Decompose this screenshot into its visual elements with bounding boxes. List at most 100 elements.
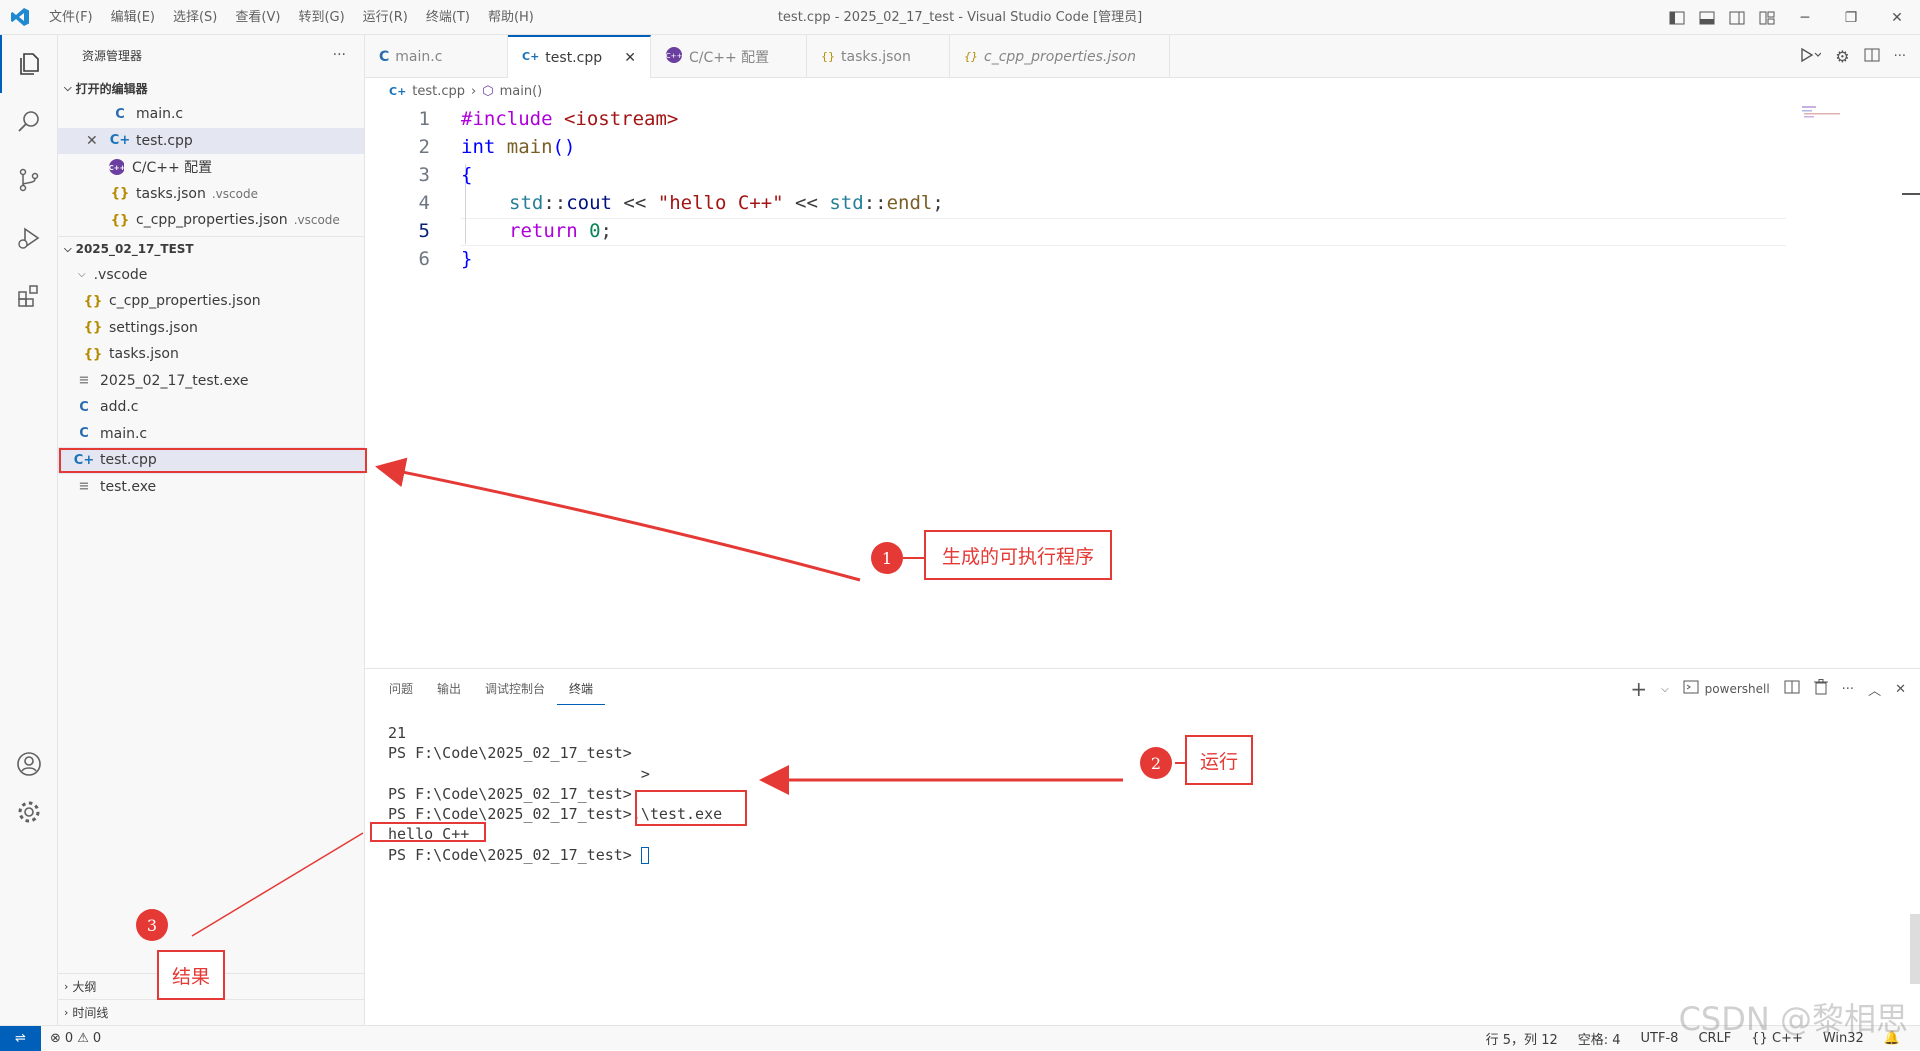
- tree-item[interactable]: {} settings.json: [58, 315, 364, 342]
- menu-view[interactable]: 查看(V): [226, 0, 289, 35]
- timeline-header[interactable]: › 时间线: [58, 999, 365, 1025]
- tree-item[interactable]: {} tasks.json: [58, 341, 364, 368]
- tab-tasks-json[interactable]: {} tasks.json: [807, 35, 950, 78]
- tab-problems[interactable]: 问题: [377, 669, 425, 709]
- watermark: CSDN @黎相思: [1678, 1000, 1908, 1038]
- toggle-primary-sidebar-icon[interactable]: [1662, 0, 1692, 35]
- close-window-button[interactable]: ✕: [1874, 0, 1920, 35]
- tree-item-label: tasks.json: [109, 346, 179, 363]
- open-editors-header[interactable]: ⌵ 打开的编辑器: [58, 75, 364, 101]
- code-line: {: [461, 164, 473, 186]
- minimap[interactable]: [1790, 104, 1850, 124]
- open-editor-item[interactable]: {} c_cpp_properties.json .vscode: [58, 207, 364, 234]
- open-editor-label: main.c: [136, 106, 184, 123]
- tree-item-label: 2025_02_17_test.exe: [100, 372, 249, 389]
- open-editor-item[interactable]: C main.c: [58, 101, 364, 128]
- open-editor-item[interactable]: ✕ C+ test.cpp: [58, 127, 364, 154]
- panel-scrollbar[interactable]: [1910, 914, 1920, 984]
- manage-gear-icon[interactable]: [0, 783, 58, 841]
- breadcrumb: C+ test.cpp › ⬡ main(): [365, 78, 542, 104]
- minimize-button[interactable]: ─: [1782, 0, 1828, 35]
- terminal-shell-label[interactable]: powershell: [1705, 682, 1770, 696]
- more-actions-icon[interactable]: ···: [1842, 682, 1854, 697]
- code-token: "hello C++": [657, 192, 784, 214]
- code-token: std: [509, 192, 544, 214]
- settings-gear-icon[interactable]: ⚙: [1835, 47, 1849, 66]
- tab-cpp-config[interactable]: C++ C/C++ 配置: [651, 35, 807, 78]
- split-terminal-icon[interactable]: [1784, 680, 1800, 698]
- json-file-icon: {}: [964, 50, 978, 63]
- trash-icon[interactable]: [1813, 679, 1828, 699]
- chevron-down-icon[interactable]: ⌵: [1661, 684, 1669, 695]
- breadcrumb-file[interactable]: test.cpp: [412, 84, 465, 99]
- open-editor-label: test.cpp: [136, 132, 193, 149]
- close-panel-icon[interactable]: ✕: [1895, 682, 1906, 697]
- open-editors-label: 打开的编辑器: [75, 81, 148, 96]
- code-token: ;: [932, 192, 944, 214]
- source-control-icon[interactable]: [0, 151, 58, 209]
- problems-indicator[interactable]: ⊗ 0 ⚠ 0: [50, 1026, 101, 1051]
- code-token: main: [506, 136, 553, 158]
- tree-item[interactable]: ≡ test.exe: [58, 474, 364, 501]
- search-icon[interactable]: [0, 93, 58, 151]
- cpp-extension-icon: C++: [108, 159, 124, 176]
- panel-actions: + ⌵ powershell ··· ︿ ✕: [1630, 669, 1906, 709]
- split-editor-icon[interactable]: [1864, 48, 1880, 66]
- annotation-number-3: 3: [136, 909, 168, 941]
- code-line: int main(): [461, 136, 575, 158]
- open-editor-folder: .vscode: [293, 213, 340, 228]
- binary-file-icon: ≡: [78, 373, 90, 389]
- tab-debug-console[interactable]: 调试控制台: [473, 669, 557, 709]
- run-and-debug-icon[interactable]: [0, 209, 58, 267]
- run-code-icon[interactable]: [1799, 47, 1822, 67]
- encoding[interactable]: UTF-8: [1641, 1031, 1679, 1046]
- code-editor[interactable]: 1 2 3 4 5 6 #include <iostream> int main…: [365, 104, 1920, 669]
- tab-cpp-properties[interactable]: {} c_cpp_properties.json: [950, 35, 1170, 78]
- close-icon[interactable]: ✕: [86, 133, 102, 149]
- remote-indicator-icon[interactable]: ⇌: [0, 1026, 41, 1051]
- more-actions-icon[interactable]: ···: [333, 47, 346, 63]
- new-terminal-icon[interactable]: +: [1630, 677, 1647, 701]
- warning-icon: ⚠: [77, 1031, 89, 1046]
- terminal-icon: [1683, 680, 1699, 698]
- menu-help[interactable]: 帮助(H): [479, 0, 543, 35]
- menu-go[interactable]: 转到(G): [289, 0, 353, 35]
- editor-tabs: C main.c C+ test.cpp ✕ C++ C/C++ 配置 {} t…: [365, 35, 1920, 78]
- open-editor-item[interactable]: C++ C/C++ 配置: [58, 154, 364, 181]
- annotation-label-3: 结果: [157, 950, 225, 1000]
- restore-button[interactable]: ❐: [1828, 0, 1874, 35]
- outline-label: 大纲: [72, 980, 97, 994]
- close-tab-icon[interactable]: ✕: [624, 50, 636, 66]
- tab-label: C/C++ 配置: [689, 49, 770, 66]
- indentation[interactable]: 空格: 4: [1578, 1029, 1621, 1048]
- toggle-panel-icon[interactable]: [1692, 0, 1722, 35]
- tab-output[interactable]: 输出: [425, 669, 473, 709]
- line-number-active: 5: [418, 220, 430, 242]
- json-file-icon: {}: [110, 212, 130, 228]
- tree-item[interactable]: C main.c: [58, 421, 364, 448]
- menu-terminal[interactable]: 终端(T): [417, 0, 479, 35]
- menu-selection[interactable]: 选择(S): [164, 0, 226, 35]
- tab-terminal[interactable]: 终端: [557, 674, 606, 705]
- c-file-icon: C: [115, 106, 125, 122]
- tab-test-cpp[interactable]: C+ test.cpp ✕: [508, 35, 651, 78]
- toggle-secondary-sidebar-icon[interactable]: [1722, 0, 1752, 35]
- breadcrumb-symbol[interactable]: main(): [500, 84, 543, 99]
- tree-item[interactable]: C add.c: [58, 394, 364, 421]
- cursor-position[interactable]: 行 5，列 12: [1486, 1029, 1558, 1048]
- maximize-panel-icon[interactable]: ︿: [1868, 680, 1881, 699]
- folder-header[interactable]: ⌵ 2025_02_17_TEST: [58, 235, 364, 262]
- extensions-icon[interactable]: [0, 267, 58, 325]
- menu-edit[interactable]: 编辑(E): [102, 0, 164, 35]
- menu-file[interactable]: 文件(F): [40, 0, 102, 35]
- tree-item[interactable]: ≡ 2025_02_17_test.exe: [58, 368, 364, 395]
- customize-layout-icon[interactable]: [1752, 0, 1782, 35]
- tab-main-c[interactable]: C main.c: [365, 35, 508, 78]
- tree-item-folder[interactable]: ⌵ .vscode: [58, 262, 364, 289]
- code-token: <<: [783, 192, 830, 214]
- tree-item[interactable]: {} c_cpp_properties.json: [58, 288, 364, 315]
- menu-run[interactable]: 运行(R): [354, 0, 417, 35]
- more-actions-icon[interactable]: ···: [1894, 49, 1906, 64]
- explorer-icon[interactable]: [0, 35, 58, 93]
- open-editor-item[interactable]: {} tasks.json .vscode: [58, 181, 364, 208]
